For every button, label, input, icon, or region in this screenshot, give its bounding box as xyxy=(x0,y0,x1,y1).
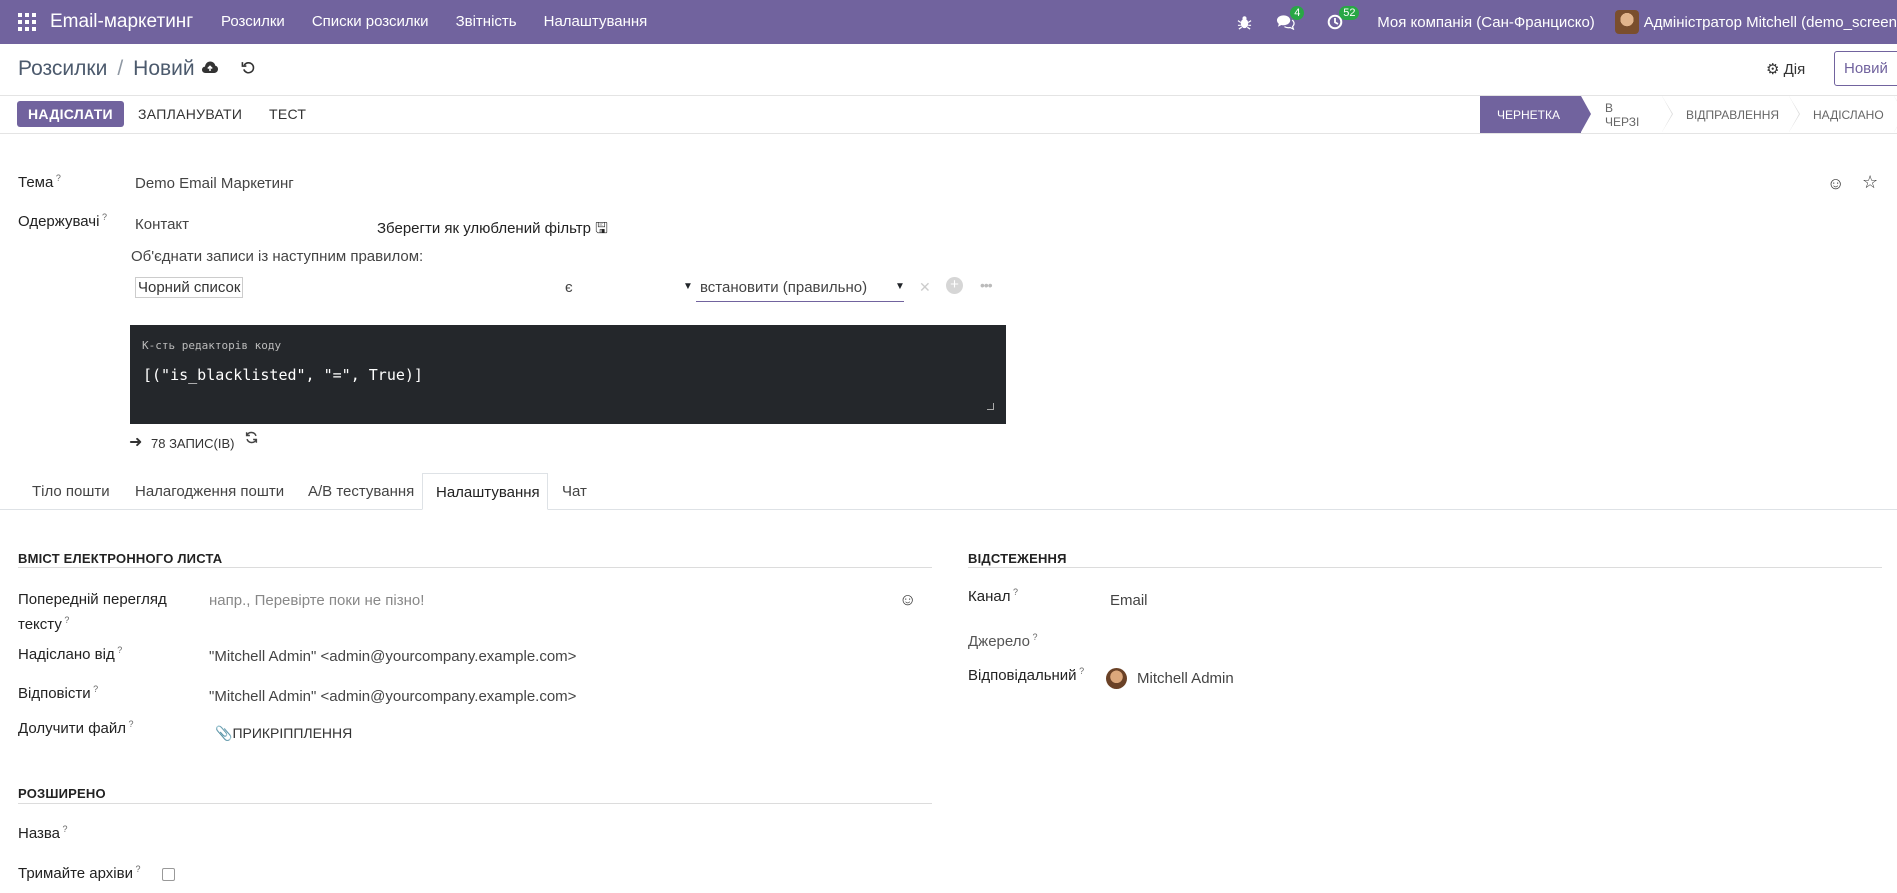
section-title-email-content: ВМІСТ ЕЛЕКТРОННОГО ЛИСТА xyxy=(18,551,223,566)
preview-text-label: Попередній перегляд тексту ? xyxy=(18,591,167,633)
source-label: Джерело ? xyxy=(968,632,1038,650)
section-title-tracking: ВІДСТЕЖЕННЯ xyxy=(968,551,1067,566)
preview-text-input[interactable]: напр., Перевірте поки не пізно! xyxy=(209,592,424,609)
tab-ab-testing[interactable]: A/B тестування xyxy=(295,473,427,510)
user-menu[interactable]: Адміністратор Mitchell (demo_screen xyxy=(1644,14,1897,31)
responsible-label: Відповідальний ? xyxy=(968,666,1085,684)
tab-settings[interactable]: Налаштування xyxy=(422,473,548,510)
action-label: Дія xyxy=(1783,61,1806,78)
notebook-tabs: Тіло пошти Налагодження пошти A/B тестув… xyxy=(0,473,1897,510)
keep-archives-label: Тримайте архіви ? xyxy=(18,864,141,882)
company-switcher[interactable]: Моя компанія (Сан-Франциско) xyxy=(1377,14,1595,31)
test-button[interactable]: ТЕСТ xyxy=(269,106,306,122)
activities-icon[interactable]: 52 xyxy=(1327,6,1360,30)
channel-select[interactable]: Email xyxy=(1110,592,1148,609)
responsible-select[interactable]: Mitchell Admin xyxy=(1137,670,1234,687)
breadcrumb-separator: / xyxy=(117,57,124,80)
messages-badge: 4 xyxy=(1290,6,1305,20)
responsible-avatar xyxy=(1106,668,1127,689)
caret-down-icon[interactable]: ▼ xyxy=(683,281,693,292)
emoji-icon[interactable]: ☺ xyxy=(899,590,916,610)
app-name[interactable]: Email-маркетинг xyxy=(50,11,193,33)
delete-rule-icon[interactable]: ✕ xyxy=(919,279,931,296)
section-divider xyxy=(18,567,932,568)
domain-operator-select[interactable]: є xyxy=(565,279,573,296)
section-title-advanced: РОЗШИРЕНО xyxy=(18,786,106,801)
divider xyxy=(0,133,1897,134)
caret-down-icon[interactable]: ▼ xyxy=(895,281,905,292)
messages-icon[interactable]: 4 xyxy=(1276,6,1305,30)
breadcrumb: Розсилки / Новий xyxy=(18,57,195,81)
reply-to-input[interactable]: "Mitchell Admin" <admin@yourcompany.exam… xyxy=(209,688,576,705)
activities-badge: 52 xyxy=(1339,6,1360,20)
gear-icon: ⚙ xyxy=(1766,61,1780,78)
name-label: Назва ? xyxy=(18,824,68,842)
menu-item-reporting[interactable]: Звітність xyxy=(456,13,517,30)
floppy-disk-icon: 🖫 xyxy=(595,220,608,237)
menu-item-settings[interactable]: Налаштування xyxy=(544,13,648,30)
attachments-button[interactable]: 📎ПРИКРІППЛЕННЯ xyxy=(215,725,352,742)
records-count-link[interactable]: 78 ЗАПИС(ІВ) xyxy=(151,436,234,451)
section-divider xyxy=(18,803,932,804)
tab-mail-body[interactable]: Тіло пошти xyxy=(19,473,123,510)
channel-label: Канал ? xyxy=(968,587,1018,605)
keep-archives-checkbox[interactable] xyxy=(162,868,175,881)
section-divider xyxy=(968,567,1882,568)
tab-mail-debug[interactable]: Налагодження пошти xyxy=(122,473,297,510)
more-options-icon[interactable]: ••• xyxy=(980,277,993,293)
tab-chat[interactable]: Чат xyxy=(549,473,600,510)
navbar-systray: 4 52 Моя компанія (Сан-Франциско) Адміні… xyxy=(1237,0,1897,44)
code-editor[interactable]: К-сть редакторів коду [("is_blacklisted"… xyxy=(130,325,1006,424)
breadcrumb-current: Новий xyxy=(133,57,195,80)
subject-input[interactable]: Demo Email Маркетинг xyxy=(135,175,294,192)
dropdown-underline xyxy=(696,301,904,302)
stage-queued[interactable]: В ЧЕРЗІ xyxy=(1581,96,1673,133)
code-editor-title: К-сть редакторів коду xyxy=(142,339,282,352)
apps-menu-icon[interactable] xyxy=(18,13,36,31)
add-rule-icon[interactable]: + xyxy=(946,277,963,294)
main-menu: Розсилки Списки розсилки Звітність Налаш… xyxy=(221,13,647,30)
send-button[interactable]: НАДІСЛАТИ xyxy=(17,101,124,127)
user-avatar[interactable] xyxy=(1614,10,1639,34)
stage-sent[interactable]: НАДІСЛАНО xyxy=(1789,96,1897,133)
paperclip-icon: 📎 xyxy=(215,725,233,741)
top-navbar: Email-маркетинг Розсилки Списки розсилки… xyxy=(0,0,1897,44)
emoji-icon[interactable]: ☺ xyxy=(1827,174,1844,194)
save-cloud-icon[interactable] xyxy=(201,60,219,80)
refresh-icon[interactable] xyxy=(245,431,258,448)
domain-code[interactable]: [("is_blacklisted", "=", True)] xyxy=(143,366,423,384)
attach-file-label: Долучити файл ? xyxy=(18,719,134,737)
domain-field-select[interactable]: Чорний список xyxy=(135,277,244,298)
stage-draft[interactable]: ЧЕРНЕТКА xyxy=(1480,96,1591,133)
record-actions xyxy=(201,60,256,80)
resize-handle-icon[interactable] xyxy=(987,403,994,410)
stage-sending[interactable]: ВІДПРАВЛЕННЯ xyxy=(1662,96,1800,133)
domain-rule-text: Об'єднати записи із наступним правилом: xyxy=(131,248,424,265)
sent-from-input[interactable]: "Mitchell Admin" <admin@yourcompany.exam… xyxy=(209,648,576,665)
domain-value-select[interactable]: встановити (правильно) xyxy=(700,279,867,296)
menu-item-mailing-lists[interactable]: Списки розсилки xyxy=(312,13,429,30)
sent-from-label: Надіслано від ? xyxy=(18,645,123,663)
reply-to-label: Відповісти ? xyxy=(18,684,99,702)
discard-undo-icon[interactable] xyxy=(241,60,256,80)
status-bar: ЧЕРНЕТКА В ЧЕРЗІ ВІДПРАВЛЕННЯ НАДІСЛАНО xyxy=(1480,96,1897,133)
bug-icon[interactable] xyxy=(1237,15,1252,30)
breadcrumb-parent[interactable]: Розсилки xyxy=(18,57,107,81)
save-favorite-filter-link[interactable]: Зберегти як улюблений фільтр 🖫 xyxy=(377,218,608,243)
subject-label: Тема ? xyxy=(18,173,61,191)
schedule-button[interactable]: ЗАПЛАНУВАТИ xyxy=(138,106,242,122)
favorite-star-icon[interactable]: ☆ xyxy=(1862,172,1878,193)
recipients-label: Одержувачі ? xyxy=(18,212,107,230)
menu-item-mailings[interactable]: Розсилки xyxy=(221,13,285,30)
arrow-right-icon[interactable]: ➜ xyxy=(129,432,142,452)
action-menu-button[interactable]: ⚙ Дія xyxy=(1766,60,1805,78)
new-record-button[interactable]: Новий xyxy=(1834,51,1897,86)
recipients-model-select[interactable]: Контакт xyxy=(135,216,189,233)
